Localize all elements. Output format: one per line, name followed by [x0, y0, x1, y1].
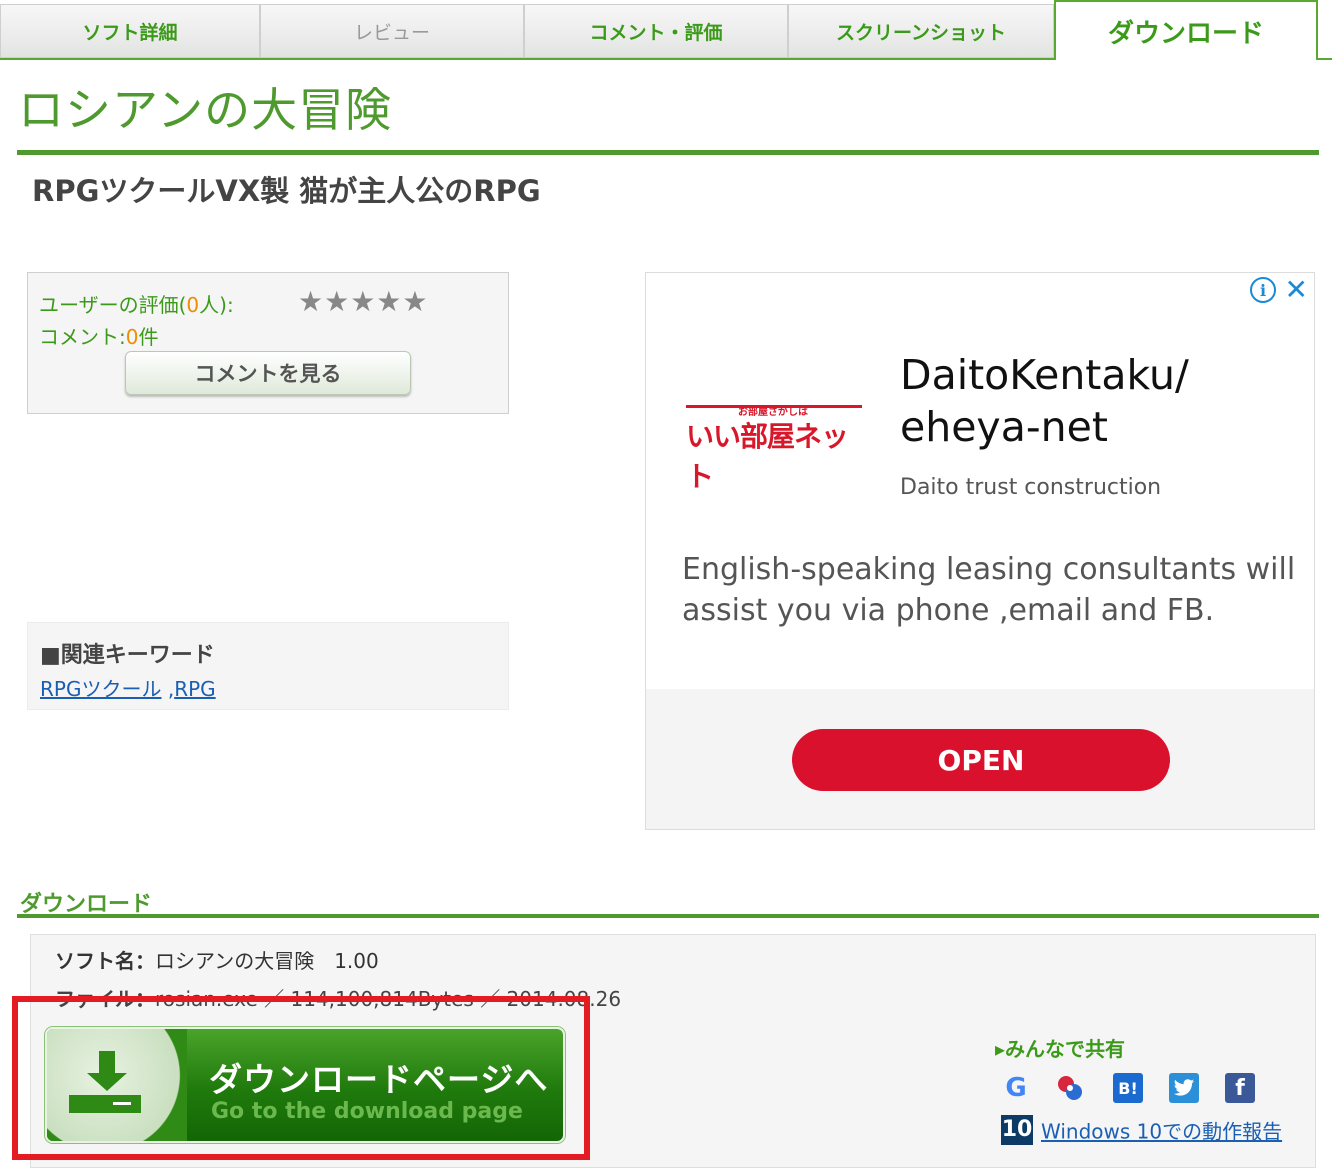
windows10-report: 10 Windows 10での動作報告 [1001, 1115, 1282, 1145]
tab-screenshots[interactable]: スクリーンショット [788, 4, 1054, 58]
ad-headline[interactable]: DaitoKentaku/eheya-net [900, 349, 1189, 453]
comment-count-label: コメント:0件 [39, 325, 159, 349]
rating-box: ユーザーの評価(0人): ★★★★★ コメント:0件 コメントを見る [27, 272, 509, 414]
keyword-separator: , [161, 677, 175, 701]
keyword-link-rpg-tkool[interactable]: RPGツクール [40, 677, 161, 701]
tab-review[interactable]: レビュー [260, 4, 524, 58]
page-title: ロシアンの大冒険 [18, 83, 393, 137]
tab-download[interactable]: ダウンロード [1054, 0, 1318, 60]
ad-body-text: English-speaking leasing consultants wil… [682, 552, 1296, 628]
tab-underline-end [1318, 58, 1332, 60]
tab-comments-ratings[interactable]: コメント・評価 [524, 4, 788, 58]
hatena-bookmark-icon[interactable]: B! [1113, 1073, 1143, 1103]
tab-underline [0, 58, 1054, 60]
windows10-icon: 10 [1001, 1115, 1033, 1145]
tab-soft-details[interactable]: ソフト詳細 [0, 4, 260, 58]
twitter-icon[interactable] [1169, 1073, 1199, 1103]
rating-stars: ★★★★★ [298, 285, 429, 318]
soft-name-line: ソフト名：ロシアンの大冒険 1.00 [55, 949, 379, 973]
related-keywords-links: RPGツクール ,RPG [40, 673, 216, 702]
bookmark-icon[interactable] [1055, 1073, 1085, 1103]
keyword-link-rpg[interactable]: RPG [174, 677, 215, 701]
related-keywords-box: ■関連キーワード RPGツクール ,RPG [27, 622, 509, 710]
advertisement[interactable]: i ✕ お部屋さがしは いい部屋ネット DaitoKentaku/eheya-n… [645, 272, 1315, 830]
advertiser-logo: お部屋さがしは いい部屋ネット [686, 403, 862, 493]
facebook-icon[interactable]: f [1225, 1073, 1255, 1103]
ad-advertiser-name: Daito trust construction [900, 475, 1162, 500]
share-title: ▸みんなで共有 [995, 1037, 1126, 1061]
highlight-frame [12, 996, 590, 1160]
info-icon[interactable]: i [1250, 277, 1276, 303]
user-rating-label: ユーザーの評価(0人): [39, 293, 234, 317]
title-divider [17, 150, 1319, 155]
download-divider [17, 914, 1319, 918]
windows10-report-link[interactable]: Windows 10での動作報告 [1041, 1120, 1282, 1144]
ad-open-button[interactable]: OPEN [792, 729, 1170, 791]
related-keywords-title: ■関連キーワード [40, 643, 215, 668]
view-comments-button[interactable]: コメントを見る [125, 351, 411, 395]
tab-bar: ソフト詳細 レビュー コメント・評価 スクリーンショット ダウンロード [0, 0, 1332, 60]
close-icon[interactable]: ✕ [1285, 273, 1308, 306]
page-subtitle: RPGツクールVX製 猫が主人公のRPG [32, 174, 541, 208]
google-icon[interactable]: G [1001, 1073, 1031, 1103]
